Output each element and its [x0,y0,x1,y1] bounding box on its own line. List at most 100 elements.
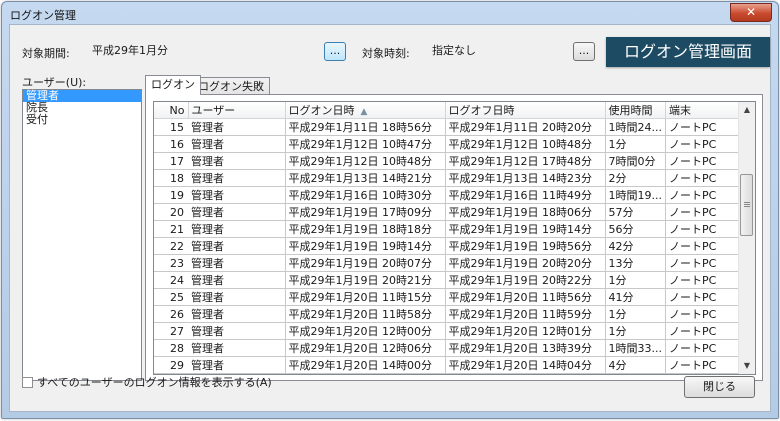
cell-no: 21 [154,220,188,238]
cell-logoff-time: 平成29年1月20日 12時01分 [445,322,606,340]
table-row[interactable]: 20 管理者 平成29年1月19日 17時09分 平成29年1月19日 18時06分 5… [154,203,744,221]
table-row[interactable]: 22 管理者 平成29年1月19日 19時14分 平成29年1月19日 19時56分 4… [154,237,744,255]
column-header-terminal[interactable]: 端末 [665,102,744,119]
table-row[interactable]: 28 管理者 平成29年1月20日 12時06分 平成29年1月20日 13時39分 1… [154,339,744,357]
cell-terminal: ノートPC [665,288,744,306]
period-select-button[interactable]: ... [324,42,346,61]
cell-logon-time: 平成29年1月20日 11時15分 [285,288,446,306]
table-row[interactable]: 19 管理者 平成29年1月16日 10時30分 平成29年1月16日 11時49分 1… [154,186,744,204]
cell-usage-time: 11分 [605,373,666,374]
cell-no: 23 [154,254,188,272]
tab-logon[interactable]: ログオン [145,75,201,95]
window-close-button[interactable]: ✕ [730,3,772,22]
cell-no: 25 [154,288,188,306]
column-header-user[interactable]: ユーザー [188,102,286,119]
user-list[interactable]: 管理者 院長 受付 [22,89,142,381]
cell-logoff-time: 平成29年1月20日 13時39分 [445,339,606,357]
cell-terminal: ノートPC [665,305,744,323]
cell-no: 17 [154,152,188,170]
cell-logoff-time: 平成29年1月12日 10時48分 [445,135,606,153]
cell-no: 28 [154,339,188,357]
cell-logon-time: 平成29年1月20日 14時05分 [285,373,446,374]
table-row[interactable]: 16 管理者 平成29年1月12日 10時47分 平成29年1月12日 10時48分 1… [154,135,744,153]
user-list-item[interactable]: 受付 [23,114,141,126]
scroll-up-icon[interactable]: ▲ [739,102,755,118]
cell-terminal: ノートPC [665,169,744,187]
table-row[interactable]: 30管理者平成29年1月20日 14時05分平成29年1月20日 14時16分1… [154,373,744,374]
cell-user: 管理者 [188,322,286,340]
column-header-usage-time[interactable]: 使用時間 [605,102,666,119]
cell-logoff-time: 平成29年1月12日 17時48分 [445,152,606,170]
cell-logon-time: 平成29年1月19日 19時14分 [285,237,446,255]
table-row[interactable]: 18 管理者 平成29年1月13日 14時21分 平成29年1月13日 14時23分 2… [154,169,744,187]
cell-user: 管理者 [188,373,286,374]
cell-logon-time: 平成29年1月13日 14時21分 [285,169,446,187]
cell-no: 27 [154,322,188,340]
logon-history-table: No ユーザー ログオン日時 ▲ ログオフ日時 使用時間 端末 15 管理者 平成29… [154,102,744,374]
table-row[interactable]: 25 管理者 平成29年1月20日 11時15分 平成29年1月20日 11時56分 4… [154,288,744,306]
grid-header-row: No ユーザー ログオン日時 ▲ ログオフ日時 使用時間 端末 [154,102,744,119]
table-row[interactable]: 21 管理者 平成29年1月19日 18時18分 平成29年1月19日 19時14分 5… [154,220,744,238]
show-all-users-checkbox[interactable] [22,377,33,388]
table-row[interactable]: 23 管理者 平成29年1月19日 20時07分 平成29年1月19日 20時20分 1… [154,254,744,272]
cell-usage-time: 57分 [605,203,666,221]
cell-no: 30 [154,373,188,374]
cell-logon-time: 平成29年1月19日 17時09分 [285,203,446,221]
cell-no: 29 [154,356,188,374]
grid-body: 15 管理者 平成29年1月11日 18時56分 平成29年1月11日 20時20分 1… [154,118,744,374]
cell-logon-time: 平成29年1月20日 14時00分 [285,356,446,374]
cell-terminal: ノートPC [665,135,744,153]
table-row[interactable]: 24 管理者 平成29年1月19日 20時21分 平成29年1月19日 20時22分 1… [154,271,744,289]
cell-usage-time: 7時間0分 [605,152,666,170]
logon-history-grid[interactable]: No ユーザー ログオン日時 ▲ ログオフ日時 使用時間 端末 15 管理者 平成29… [153,101,756,375]
cell-user: 管理者 [188,169,286,187]
cell-logoff-time: 平成29年1月19日 20時20分 [445,254,606,272]
cell-user: 管理者 [188,135,286,153]
close-button[interactable]: 閉じる [684,376,755,398]
sort-ascending-icon: ▲ [360,107,368,117]
column-header-logoff-time[interactable]: ログオフ日時 [445,102,606,119]
cell-logoff-time: 平成29年1月20日 11時59分 [445,305,606,323]
cell-terminal: ノートPC [665,237,744,255]
cell-logon-time: 平成29年1月12日 10時48分 [285,152,446,170]
cell-user: 管理者 [188,288,286,306]
cell-terminal: ノートPC [665,152,744,170]
show-all-users-label: すべてのユーザーのログオン情報を表示する(A) [37,376,272,389]
table-row[interactable]: 29 管理者 平成29年1月20日 14時00分 平成29年1月20日 14時04分 4… [154,356,744,374]
cell-no: 22 [154,237,188,255]
cell-usage-time: 41分 [605,288,666,306]
table-row[interactable]: 26 管理者 平成29年1月20日 11時58分 平成29年1月20日 11時59分 1… [154,305,744,323]
cell-no: 26 [154,305,188,323]
show-all-users-option[interactable]: すべてのユーザーのログオン情報を表示する(A) [22,376,272,390]
title-bar[interactable]: ログオン管理 ✕ [2,2,778,24]
cell-logoff-time: 平成29年1月11日 20時20分 [445,118,606,136]
cell-logon-time: 平成29年1月12日 10時47分 [285,135,446,153]
cell-no: 24 [154,271,188,289]
scroll-thumb[interactable] [740,174,753,236]
cell-user: 管理者 [188,237,286,255]
cell-logoff-time: 平成29年1月20日 11時56分 [445,288,606,306]
grid-vertical-scrollbar[interactable]: ▲ ▼ [738,102,755,374]
tab-logon-failure[interactable]: ログオン失敗 [192,77,270,95]
column-header-no[interactable]: No [154,102,189,119]
logon-management-window: ログオン管理 ✕ 対象期間: 平成29年1月分 ... 対象時刻: 指定なし .… [1,1,779,419]
cell-logoff-time: 平成29年1月13日 14時23分 [445,169,606,187]
table-row[interactable]: 17 管理者 平成29年1月12日 10時48分 平成29年1月12日 17時48分 7… [154,152,744,170]
scroll-down-icon[interactable]: ▼ [739,358,755,374]
cell-user: 管理者 [188,356,286,374]
cell-terminal: ノートPC [665,118,744,136]
cell-logoff-time: 平成29年1月20日 14時04分 [445,356,606,374]
thumb-grip-line [744,204,750,205]
cell-terminal: ノートPC [665,271,744,289]
time-select-button[interactable]: ... [573,42,595,61]
cell-logoff-time: 平成29年1月19日 19時56分 [445,237,606,255]
cell-no: 18 [154,169,188,187]
table-row[interactable]: 15 管理者 平成29年1月11日 18時56分 平成29年1月11日 20時20分 1… [154,118,744,136]
table-row[interactable]: 27 管理者 平成29年1月20日 12時00分 平成29年1月20日 12時01分 1… [154,322,744,340]
cell-terminal: ノートPC [665,373,744,374]
column-header-logon-time-label: ログオン日時 [288,104,355,117]
cell-logon-time: 平成29年1月11日 18時56分 [285,118,446,136]
cell-usage-time: 1分 [605,271,666,289]
cell-usage-time: 2分 [605,169,666,187]
column-header-logon-time[interactable]: ログオン日時 ▲ [285,102,446,119]
